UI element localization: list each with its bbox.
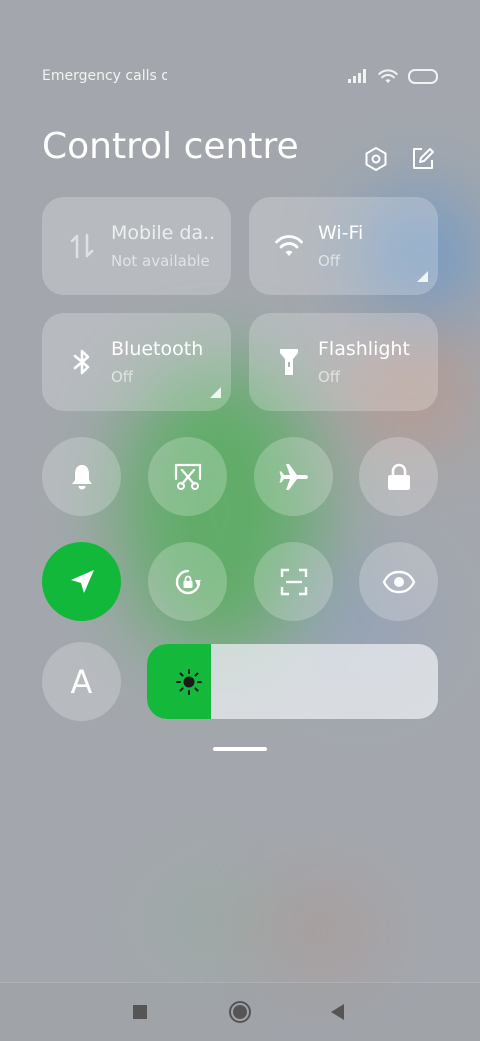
location-toggle[interactable] [42,542,121,621]
sun-icon [176,669,202,695]
brightness-slider[interactable] [147,644,438,719]
bell-icon [71,464,92,489]
lock-screen-toggle[interactable] [359,437,438,516]
carrier-text: Emergency calls o [42,68,167,84]
auto-brightness-icon: A [70,662,93,701]
battery-icon [408,68,438,84]
screenshot-icon [174,463,201,490]
wifi-icon [378,69,398,83]
recents-icon [133,1005,147,1019]
screenshot-toggle[interactable] [148,437,227,516]
back-icon [331,1004,344,1020]
status-bar: Emergency calls o [42,64,438,88]
signal-icon [348,69,366,83]
edit-icon[interactable] [410,146,436,172]
bluetooth-tile[interactable]: Bluetooth Off [42,313,231,411]
home-button[interactable] [210,983,270,1041]
flashlight-label: Flashlight [318,338,410,360]
scan-icon [280,568,307,595]
bluetooth-icon [73,349,90,375]
wifi-status: Off [318,252,341,270]
recents-button[interactable] [110,983,170,1041]
mobile-data-label: Mobile da.. [111,222,216,244]
settings-icon[interactable] [363,146,389,172]
bluetooth-label: Bluetooth [111,338,204,360]
rotation-lock-icon [175,569,201,594]
flashlight-status: Off [318,368,341,386]
page-title: Control centre [42,126,299,167]
drag-handle[interactable] [213,747,267,751]
wifi-label: Wi-Fi [318,222,364,244]
reading-mode-toggle[interactable] [359,542,438,621]
expand-corner-icon [417,271,428,282]
airplane-icon [279,463,308,490]
mobile-data-tile[interactable]: Mobile da.. Not available [42,197,231,295]
wifi-tile[interactable]: Wi-Fi Off [249,197,438,295]
sound-toggle[interactable] [42,437,121,516]
scanner-toggle[interactable] [254,542,333,621]
flashlight-tile[interactable]: Flashlight Off [249,313,438,411]
auto-brightness-toggle[interactable]: A [42,642,121,721]
eye-icon [382,570,415,593]
mobile-data-icon [70,233,94,259]
flashlight-icon [280,349,298,375]
location-icon [70,569,94,593]
bluetooth-status: Off [111,368,134,386]
mobile-data-status: Not available [111,252,210,270]
wifi-icon [275,235,303,256]
expand-corner-icon [210,387,221,398]
lock-icon [387,463,410,490]
airplane-toggle[interactable] [254,437,333,516]
rotation-lock-toggle[interactable] [148,542,227,621]
home-icon [229,1001,251,1023]
navigation-bar [0,982,480,1041]
back-button[interactable] [308,983,368,1041]
